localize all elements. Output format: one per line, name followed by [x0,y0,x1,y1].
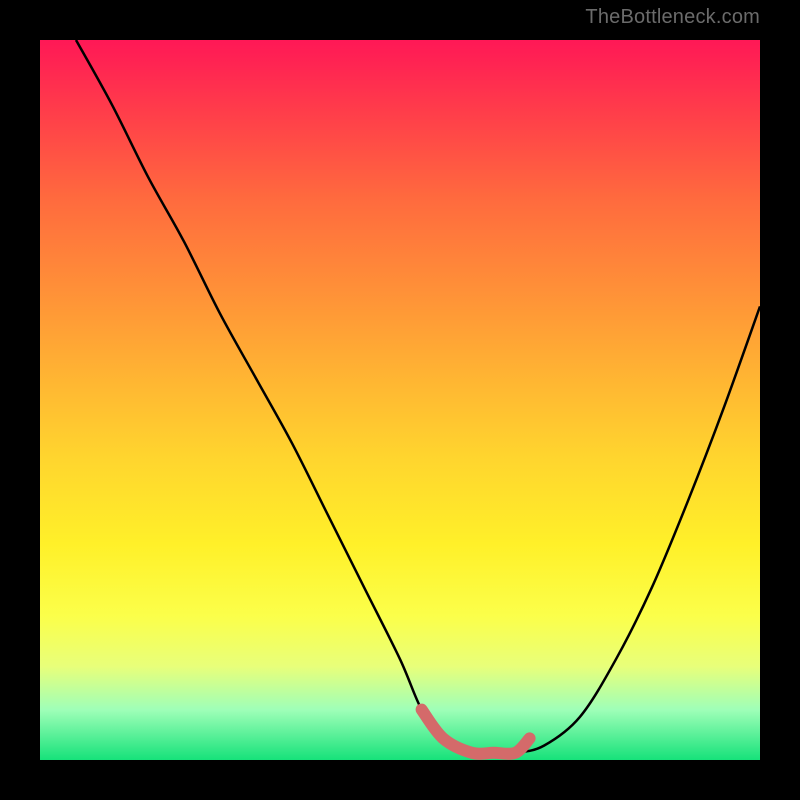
watermark-text: TheBottleneck.com [585,6,760,29]
plot-area [40,40,760,760]
bottleneck-highlight-segment [422,710,530,754]
chart-frame: TheBottleneck.com [0,0,800,800]
bottleneck-curve-svg [40,40,760,760]
bottleneck-curve [76,40,760,754]
